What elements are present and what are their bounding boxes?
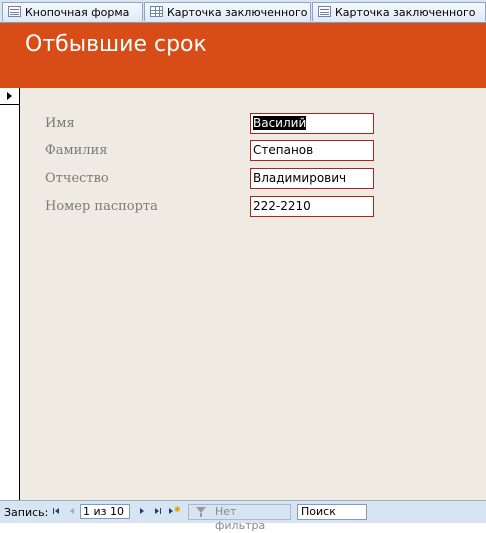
form-detail: Имя Василий Фамилия Степанов Отчество Вл… (20, 88, 486, 500)
filter-label: Нет фильтра (215, 505, 266, 532)
passport-number-label: Номер паспорта (45, 199, 158, 214)
bar-icon (53, 508, 54, 514)
record-label: Запись: (4, 506, 49, 519)
first-name-label: Имя (45, 116, 75, 131)
record-selector-column (0, 88, 20, 500)
form-header: Отбывшие срок (0, 23, 486, 88)
new-record-icon (169, 508, 173, 514)
filter-toggle-button[interactable]: Нет фильтра (188, 504, 291, 532)
record-position-input[interactable]: 1 из 10 (80, 504, 130, 519)
first-name-field[interactable]: Василий (250, 113, 374, 134)
form-title: Отбывшие срок (25, 32, 207, 57)
search-input[interactable]: Поиск (297, 504, 367, 520)
tab-label: Кнопочная форма (25, 6, 130, 19)
last-record-button[interactable] (154, 507, 163, 516)
form-icon (318, 6, 331, 17)
previous-record-button[interactable] (68, 507, 77, 516)
last-name-field[interactable]: Степанов (250, 140, 374, 161)
record-navigation-bar: Запись: 1 из 10 ✱ Нет фильтра Поиск (0, 500, 486, 532)
current-record-arrow-icon (7, 92, 12, 100)
first-name-value: Василий (253, 116, 307, 130)
tab-prisoner-card-table[interactable]: Карточка заключенного (144, 2, 311, 21)
first-record-button[interactable] (52, 507, 61, 516)
record-selector[interactable] (0, 88, 19, 105)
filter-icon (196, 507, 206, 517)
form-icon (8, 6, 21, 17)
table-icon (150, 6, 163, 17)
tab-switchboard-form[interactable]: Кнопочная форма (2, 2, 143, 21)
tab-label: Карточка заключенного (167, 6, 308, 19)
new-record-button[interactable]: ✱ (169, 505, 181, 516)
first-record-icon (55, 508, 59, 514)
last-name-label: Фамилия (45, 143, 108, 158)
document-tab-bar: Кнопочная форма Карточка заключенного Ка… (0, 0, 486, 23)
passport-number-field[interactable]: 222-2210 (250, 196, 374, 217)
next-record-button[interactable] (138, 507, 147, 516)
tab-label: Карточка заключенного (335, 6, 476, 19)
tab-prisoner-card-form[interactable]: Карточка заключенного (312, 2, 486, 21)
previous-record-icon (70, 508, 74, 514)
patronymic-label: Отчество (45, 171, 109, 186)
bar-icon (160, 508, 161, 514)
patronymic-field[interactable]: Владимирович (250, 168, 374, 189)
star-icon: ✱ (174, 505, 181, 514)
next-record-icon (140, 508, 144, 514)
last-record-icon (155, 508, 159, 514)
